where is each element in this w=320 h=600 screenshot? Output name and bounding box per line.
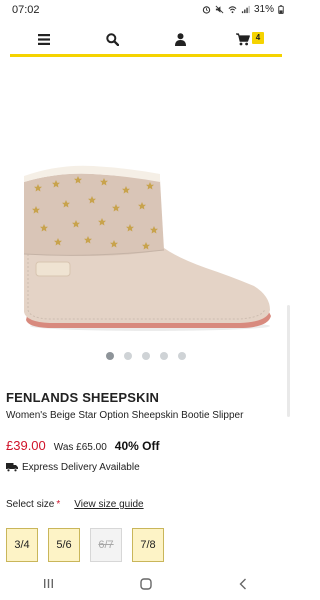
gallery-dot[interactable] <box>160 352 168 360</box>
gallery-dot[interactable] <box>142 352 150 360</box>
cart-count-badge: 4 <box>252 31 264 44</box>
battery-icon <box>278 5 284 14</box>
discount-label: 40% Off <box>114 439 160 453</box>
mute-icon <box>215 5 224 14</box>
status-time: 07:02 <box>12 3 40 16</box>
home-icon <box>140 577 152 590</box>
size-option-3-4[interactable]: 3/4 <box>6 528 38 562</box>
home-button[interactable] <box>126 572 166 596</box>
menu-button[interactable] <box>24 26 64 54</box>
back-button[interactable] <box>223 572 263 596</box>
top-nav: 4 <box>10 25 282 57</box>
size-option-7-8[interactable]: 7/8 <box>132 528 164 562</box>
battery-percent: 31% <box>253 4 274 15</box>
gallery-dot[interactable] <box>124 352 132 360</box>
gallery-dots <box>0 352 292 360</box>
size-guide-link[interactable]: View size guide <box>74 499 143 510</box>
recent-apps-icon <box>44 579 54 588</box>
truck-icon <box>6 463 18 472</box>
required-mark: * <box>56 499 61 510</box>
product-brand: FENLANDS SHEEPSKIN <box>6 390 160 405</box>
search-button[interactable] <box>92 26 132 54</box>
size-option-6-7: 6/7 <box>90 528 122 562</box>
back-icon <box>239 578 247 589</box>
signal-icon <box>241 5 250 14</box>
price-row: £39.00 Was £65.00 40% Off <box>6 438 159 453</box>
account-button[interactable] <box>160 26 200 54</box>
product-name: Women's Beige Star Option Sheepskin Boot… <box>6 410 244 421</box>
delivery-info: Express Delivery Available <box>6 462 140 473</box>
recent-apps-button[interactable] <box>29 572 69 596</box>
scroll-indicator <box>287 305 290 417</box>
status-bar: 07:02 31% <box>0 0 292 19</box>
cart-button[interactable]: 4 <box>228 26 268 54</box>
size-option-5-6[interactable]: 5/6 <box>48 528 80 562</box>
search-icon <box>105 33 119 46</box>
cart-icon <box>236 33 250 46</box>
size-options: 3/4 5/6 6/7 7/8 <box>6 528 164 562</box>
wifi-icon <box>228 6 237 14</box>
current-price: £39.00 <box>6 438 46 453</box>
alarm-icon <box>202 6 211 14</box>
status-icons: 31% <box>202 4 284 15</box>
select-size-label: Select size <box>6 499 55 510</box>
user-icon <box>174 33 186 46</box>
was-price: Was £65.00 <box>53 442 107 453</box>
product-image[interactable] <box>18 160 278 335</box>
delivery-text: Express Delivery Available <box>22 462 140 473</box>
gallery-dot[interactable] <box>106 352 114 360</box>
gallery-dot[interactable] <box>178 352 186 360</box>
size-selector-header: Select size * View size guide <box>6 499 144 510</box>
system-nav-bar <box>0 567 292 600</box>
menu-icon <box>38 34 50 45</box>
